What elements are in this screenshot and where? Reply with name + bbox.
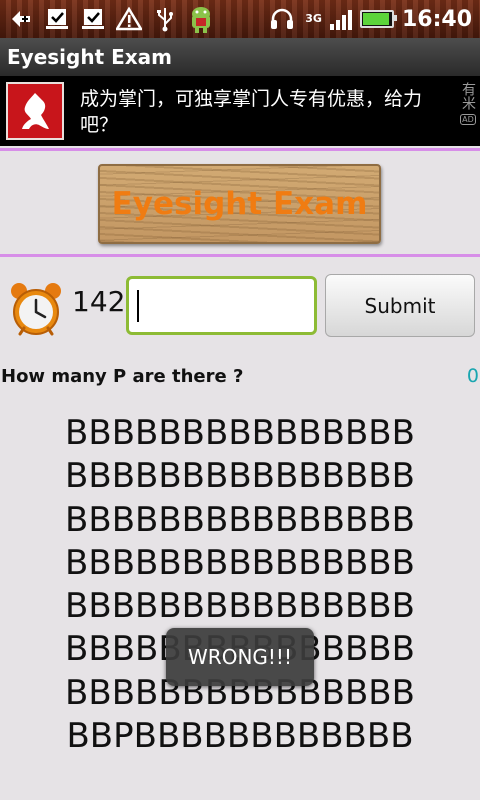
letter-grid: BBBBBBBBBBBBBBB BBBBBBBBBBBBBBB BBBBBBBB… (0, 412, 480, 758)
grid-line: BBPBBBBBBBBBBBB (66, 716, 414, 757)
sign-title: Eyesight Exam (111, 186, 368, 222)
divider-top (0, 148, 480, 151)
download-done-icon (78, 4, 108, 34)
ad-text[interactable]: 成为掌门，可独享掌门人专有优惠，给力吧？ (80, 86, 450, 138)
headset-icon (267, 4, 297, 34)
ad-provider-text: 有米 (460, 82, 476, 110)
grid-line: BBBBBBBBBBBBBBB (65, 413, 415, 453)
usb-icon (150, 4, 180, 34)
wood-sign-banner: Eyesight Exam (98, 164, 381, 244)
alarm-clock-icon (8, 280, 64, 338)
back-arrow-icon (6, 4, 36, 34)
wrong-toast: WRONG!!! (166, 628, 314, 686)
ad-badge: AD (460, 114, 476, 125)
android-icon (186, 4, 216, 34)
grid-line: BBBBBBBBBBBBBBB (65, 456, 415, 497)
ad-provider-mark: 有米 AD (458, 82, 478, 126)
submit-button[interactable]: Submit (325, 274, 475, 337)
answer-input[interactable] (126, 276, 317, 335)
grid-line: BBBBBBBBBBBBBBB (65, 586, 415, 627)
countdown-timer: 142 (72, 285, 126, 318)
clock-time: 16:40 (401, 6, 472, 32)
grid-line: BBBBBBBBBBBBBBB (65, 542, 415, 583)
app-title: Eyesight Exam (0, 38, 480, 76)
question-text: How many P are there ? (1, 366, 244, 387)
status-bar: 3G 16:40 (0, 0, 480, 38)
network-type: 3G (305, 12, 322, 25)
ad-banner[interactable]: 成为掌门，可独享掌门人专有优惠，给力吧？ 有米 AD (0, 76, 480, 146)
grid-line: BBBBBBBBBBBBBBB (65, 499, 415, 540)
download-done-icon (42, 4, 72, 34)
signal-icon (329, 8, 352, 30)
divider-bottom (0, 254, 480, 257)
battery-icon (359, 10, 397, 28)
score-counter: 0 (466, 365, 479, 387)
ad-logo-icon[interactable] (6, 82, 64, 140)
warning-icon (114, 4, 144, 34)
text-cursor (137, 290, 139, 322)
